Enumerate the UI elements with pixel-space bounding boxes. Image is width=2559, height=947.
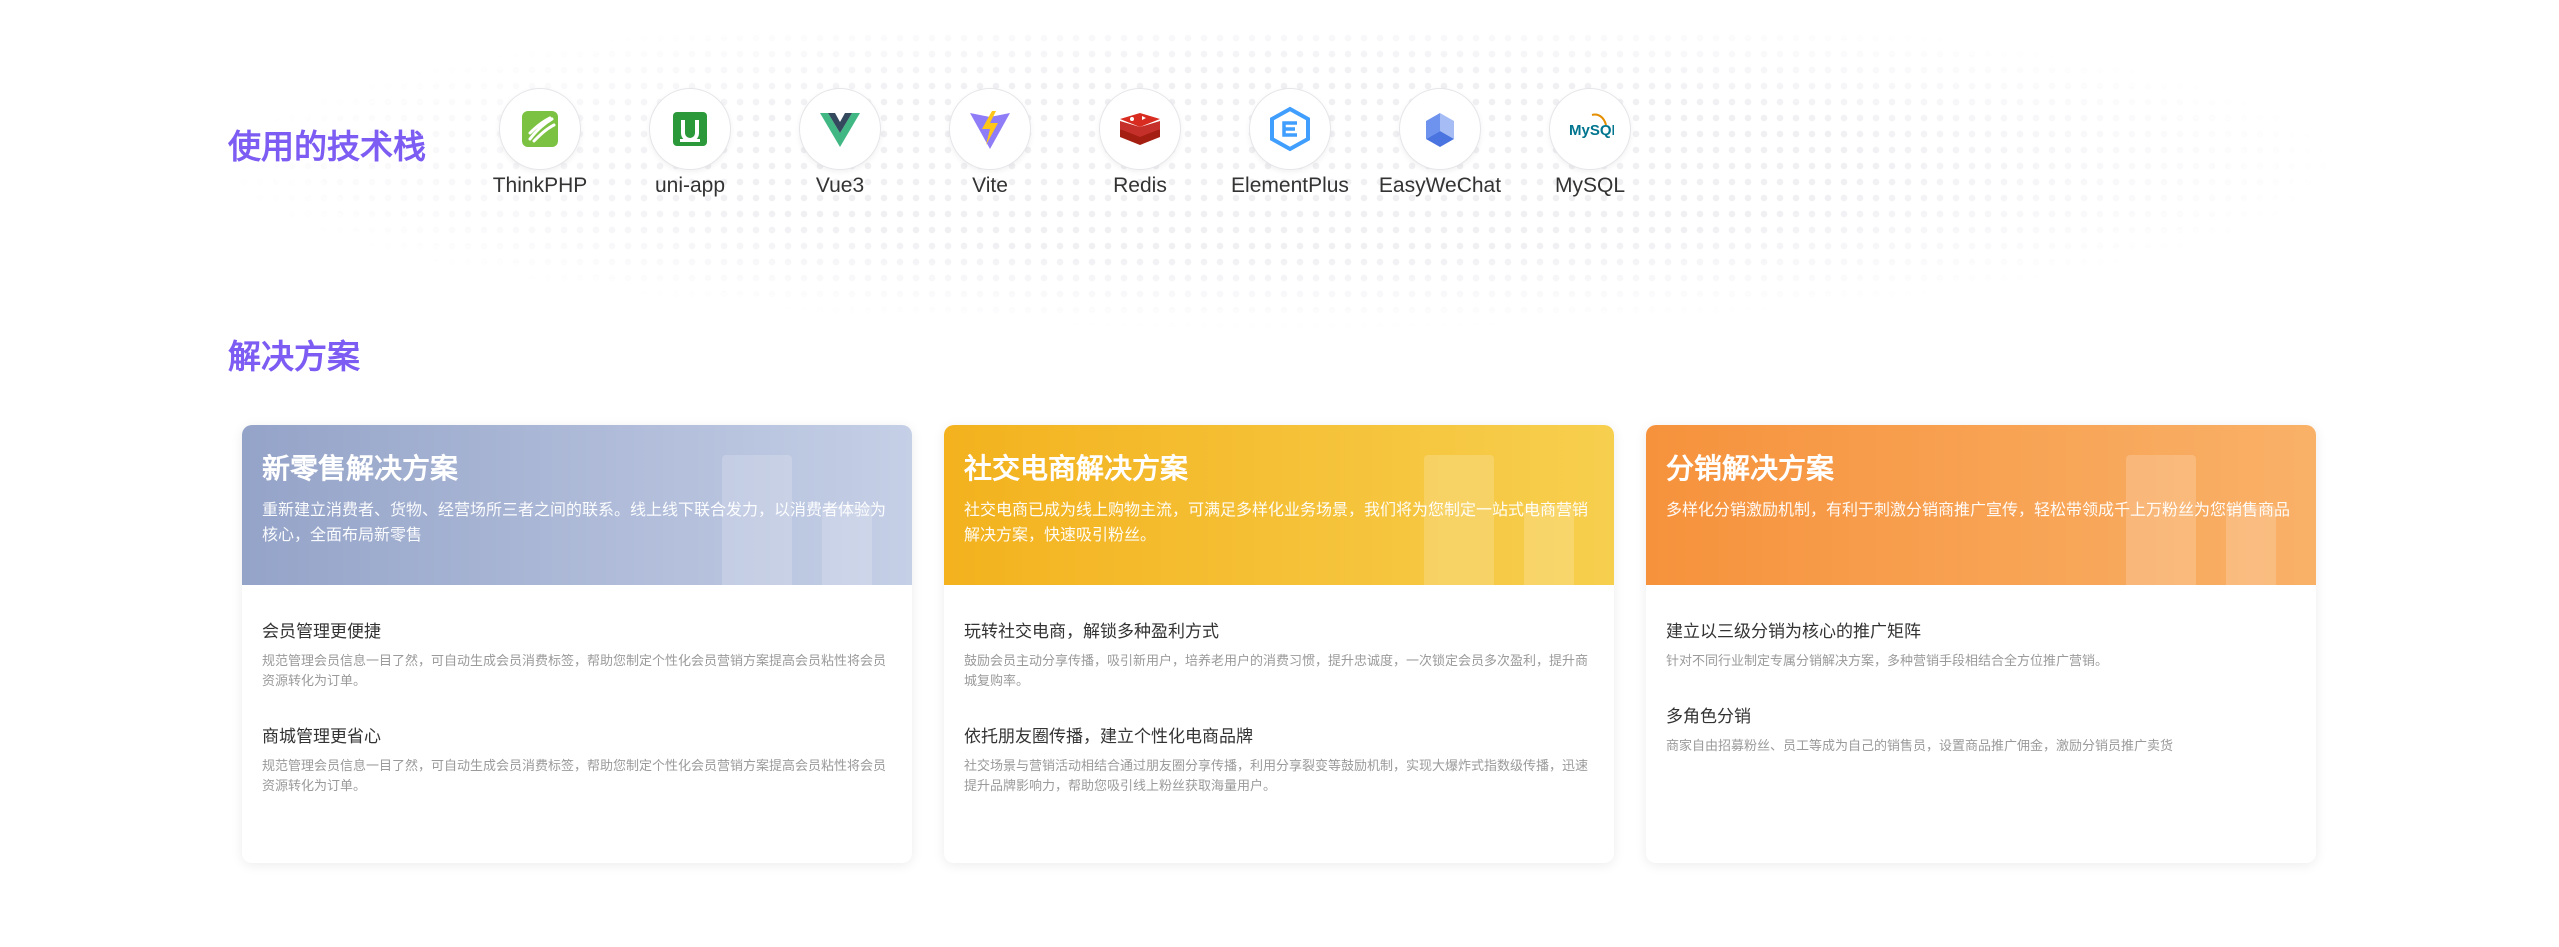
tech-label: uni-app: [654, 174, 726, 197]
card-desc: 社交电商已成为线上购物主流，可满足多样化业务场景，我们将为您制定一站式电商营销解…: [964, 500, 1589, 544]
tech-label: Vite: [972, 174, 1008, 197]
feature-item: 商城管理更省心 规范管理会员信息一目了然，可自动生成会员消费标签，帮助您制定个性…: [262, 722, 892, 797]
card-banner: 新零售解决方案 重新建立消费者、货物、经营场所三者之间的联系。线上线下联合发力，…: [242, 425, 912, 585]
feature-desc: 商家自由招募粉丝、员工等成为自己的销售员，设置商品推广佣金，激励分销员推广卖货: [1666, 739, 2174, 754]
feature-desc: 社交场景与营销活动相结合通过朋友圈分享传播，利用分享裂变等鼓励机制，实现大爆炸式…: [964, 759, 1589, 794]
tech-label: MySQL: [1554, 174, 1625, 197]
tech-label: ElementPlus: [1231, 174, 1349, 197]
tech-item-vite: Vite: [905, 88, 1075, 198]
tech-stack-title: 使用的技术栈: [228, 127, 426, 166]
tech-item-redis: Redis: [1055, 88, 1225, 198]
solutions-title: 解决方案: [228, 337, 360, 376]
svg-text:MySQL: MySQL: [1569, 122, 1614, 139]
card-body: 玩转社交电商，解锁多种盈利方式 鼓励会员主动分享传播，吸引新用户，培养老用户的消…: [944, 585, 1614, 797]
feature-desc: 规范管理会员信息一目了然，可自动生成会员消费标签，帮助您制定个性化会员营销方案提…: [262, 759, 887, 794]
tech-label: ThinkPHP: [492, 174, 588, 197]
tech-item-thinkphp: ThinkPHP: [455, 88, 625, 198]
tech-item-vue: Vue3: [755, 88, 925, 198]
feature-title: 多角色分销: [1666, 707, 1751, 727]
feature-title: 建立以三级分销为核心的推广矩阵: [1666, 622, 1921, 642]
feature-title: 玩转社交电商，解锁多种盈利方式: [964, 622, 1219, 642]
redis-icon: [1099, 88, 1181, 170]
elementplus-icon: [1249, 88, 1331, 170]
card-title: 社交电商解决方案: [964, 452, 1189, 485]
feature-desc: 鼓励会员主动分享传播，吸引新用户，培养老用户的消费习惯，提升忠诚度，一次锁定会员…: [964, 654, 1589, 689]
feature-item: 玩转社交电商，解锁多种盈利方式 鼓励会员主动分享传播，吸引新用户，培养老用户的消…: [964, 617, 1594, 692]
card-body: 建立以三级分销为核心的推广矩阵 针对不同行业制定专属分销解决方案，多种营销手段相…: [1646, 585, 2316, 757]
feature-title: 会员管理更便捷: [262, 622, 381, 642]
tech-item-mysql: MySQL MySQL: [1505, 88, 1675, 198]
tech-item-elementplus: ElementPlus: [1205, 88, 1375, 198]
feature-item: 建立以三级分销为核心的推广矩阵 针对不同行业制定专属分销解决方案，多种营销手段相…: [1666, 617, 2296, 672]
feature-title: 商城管理更省心: [262, 727, 381, 747]
tech-item-uniapp: uni-app: [605, 88, 775, 198]
tech-label: Redis: [1113, 174, 1167, 197]
feature-item: 会员管理更便捷 规范管理会员信息一目了然，可自动生成会员消费标签，帮助您制定个性…: [262, 617, 892, 692]
easywechat-icon: [1399, 88, 1481, 170]
mysql-icon: MySQL: [1549, 88, 1631, 170]
solution-card-social-ecommerce[interactable]: 社交电商解决方案 社交电商已成为线上购物主流，可满足多样化业务场景，我们将为您制…: [944, 425, 1614, 863]
tech-label: Vue3: [815, 174, 865, 197]
tech-label: EasyWeChat: [1378, 174, 1502, 197]
card-desc: 重新建立消费者、货物、经营场所三者之间的联系。线上线下联合发力，以消费者体验为核…: [262, 500, 887, 544]
card-banner: 社交电商解决方案 社交电商已成为线上购物主流，可满足多样化业务场景，我们将为您制…: [944, 425, 1614, 585]
feature-item: 依托朋友圈传播，建立个性化电商品牌 社交场景与营销活动相结合通过朋友圈分享传播，…: [964, 722, 1594, 797]
feature-desc: 针对不同行业制定专属分销解决方案，多种营销手段相结合全方位推广营销。: [1666, 654, 2109, 669]
vite-icon: [949, 88, 1031, 170]
tech-item-easywechat: EasyWeChat: [1355, 88, 1525, 198]
feature-desc: 规范管理会员信息一目了然，可自动生成会员消费标签，帮助您制定个性化会员营销方案提…: [262, 654, 887, 689]
solution-card-distribution[interactable]: 分销解决方案 多样化分销激励机制，有利于刺激分销商推广宣传，轻松带领成千上万粉丝…: [1646, 425, 2316, 863]
thinkphp-icon: [499, 88, 581, 170]
card-title: 新零售解决方案: [262, 452, 459, 485]
card-body: 会员管理更便捷 规范管理会员信息一目了然，可自动生成会员消费标签，帮助您制定个性…: [242, 585, 912, 797]
vue-icon: [799, 88, 881, 170]
card-title: 分销解决方案: [1666, 452, 1835, 485]
card-banner: 分销解决方案 多样化分销激励机制，有利于刺激分销商推广宣传，轻松带领成千上万粉丝…: [1646, 425, 2316, 585]
uniapp-icon: [649, 88, 731, 170]
card-desc: 多样化分销激励机制，有利于刺激分销商推广宣传，轻松带领成千上万粉丝为您销售商品: [1666, 500, 2291, 519]
feature-item: 多角色分销 商家自由招募粉丝、员工等成为自己的销售员，设置商品推广佣金，激励分销…: [1666, 702, 2296, 757]
feature-title: 依托朋友圈传播，建立个性化电商品牌: [964, 727, 1253, 747]
solution-card-new-retail[interactable]: 新零售解决方案 重新建立消费者、货物、经营场所三者之间的联系。线上线下联合发力，…: [242, 425, 912, 863]
